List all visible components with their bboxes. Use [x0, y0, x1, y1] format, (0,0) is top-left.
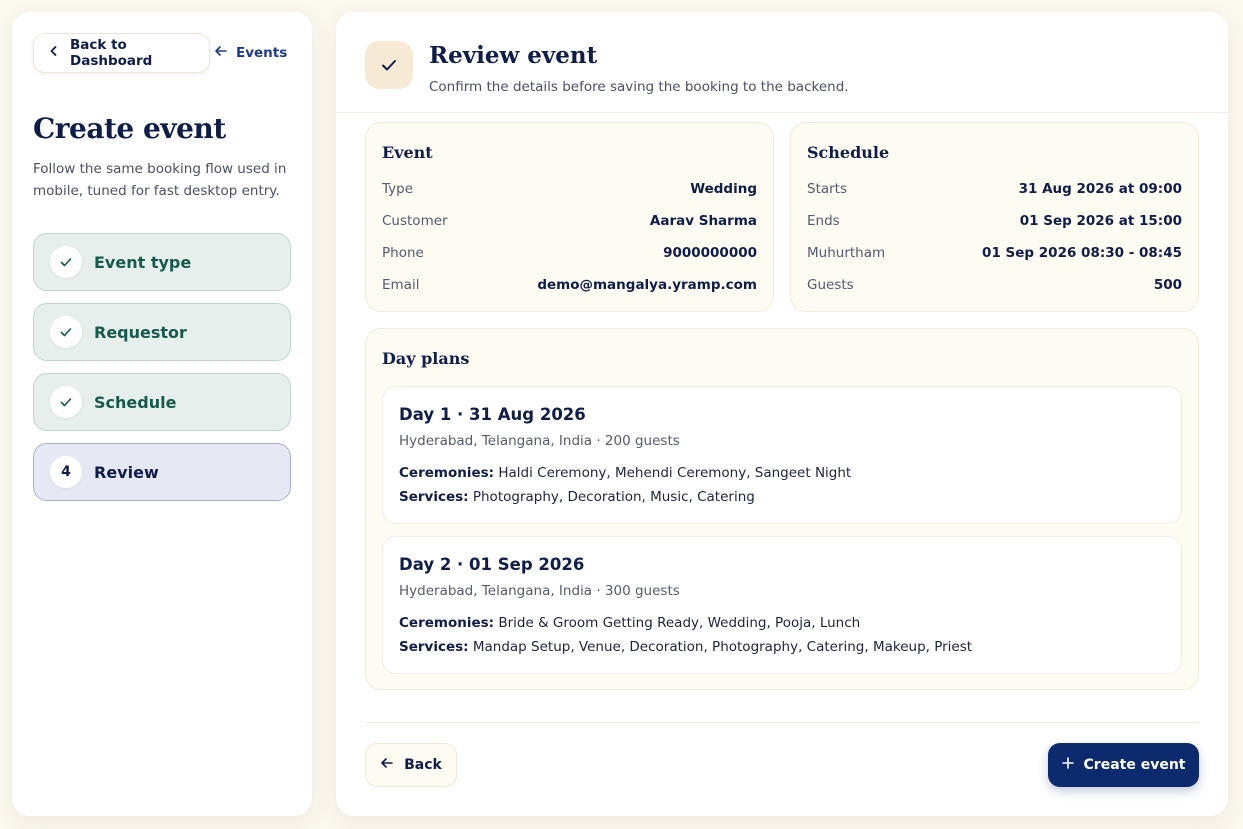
day-plan-item: Day 1 · 31 Aug 2026 Hyderabad, Telangana… — [382, 386, 1182, 524]
detail-row: Starts 31 Aug 2026 at 09:00 — [807, 181, 1182, 197]
step-label: Event type — [94, 252, 192, 272]
plus-icon — [1061, 757, 1074, 773]
detail-row: Email demo@mangalya.yramp.com — [382, 277, 757, 293]
detail-value: Aarav Sharma — [649, 213, 757, 229]
events-link[interactable]: Events — [214, 45, 287, 61]
create-event-button[interactable]: Create event — [1048, 743, 1199, 787]
header-divider — [336, 112, 1228, 113]
review-panel: Review event Confirm the details before … — [336, 12, 1228, 816]
detail-key: Guests — [807, 277, 854, 293]
detail-value: 31 Aug 2026 at 09:00 — [1018, 181, 1182, 197]
detail-key: Customer — [382, 213, 448, 229]
detail-value: 01 Sep 2026 at 15:00 — [1019, 213, 1182, 229]
step-requestor[interactable]: Requestor — [33, 303, 291, 361]
step-review[interactable]: 4 Review — [33, 443, 291, 501]
detail-value: 01 Sep 2026 08:30 - 08:45 — [982, 245, 1182, 261]
check-icon — [365, 41, 413, 89]
step-label: Schedule — [94, 392, 177, 412]
detail-row: Muhurtham 01 Sep 2026 08:30 - 08:45 — [807, 245, 1182, 261]
check-icon — [50, 316, 82, 348]
page-subtitle: Confirm the details before saving the bo… — [429, 79, 849, 95]
detail-row: Guests 500 — [807, 277, 1182, 293]
day-title: Day 1 · 31 Aug 2026 — [399, 405, 586, 424]
services-value: Photography, Decoration, Music, Catering — [472, 489, 755, 505]
back-button-label: Back — [404, 757, 442, 773]
day-location: Hyderabad, Telangana, India · 200 guests — [399, 433, 680, 449]
detail-value: demo@mangalya.yramp.com — [537, 277, 757, 293]
step-schedule[interactable]: Schedule — [33, 373, 291, 431]
card-title: Schedule — [807, 143, 890, 162]
day-services: Services: Photography, Decoration, Music… — [399, 489, 755, 505]
step-list: Event type Requestor Schedule 4 Review — [33, 233, 291, 513]
detail-key: Ends — [807, 213, 840, 229]
day-plan-item: Day 2 · 01 Sep 2026 Hyderabad, Telangana… — [382, 536, 1182, 674]
back-to-dashboard-button[interactable]: Back to Dashboard — [33, 33, 210, 73]
ceremonies-label: Ceremonies: — [399, 615, 495, 631]
check-icon — [50, 246, 82, 278]
detail-value: Wedding — [690, 181, 757, 197]
arrow-left-icon — [380, 757, 394, 773]
detail-value: 9000000000 — [663, 245, 757, 261]
sidebar-title: Create event — [33, 112, 226, 145]
detail-value: 500 — [1153, 277, 1182, 293]
detail-row: Ends 01 Sep 2026 at 15:00 — [807, 213, 1182, 229]
sidebar: Back to Dashboard Events Create event Fo… — [12, 12, 312, 816]
day-ceremonies: Ceremonies: Haldi Ceremony, Mehendi Cere… — [399, 465, 851, 481]
detail-key: Muhurtham — [807, 245, 886, 261]
card-title: Day plans — [382, 349, 470, 368]
ceremonies-label: Ceremonies: — [399, 465, 495, 481]
detail-key: Starts — [807, 181, 848, 197]
chevron-left-icon — [48, 45, 60, 61]
step-number-badge: 4 — [50, 456, 82, 488]
ceremonies-value: Bride & Groom Getting Ready, Wedding, Po… — [498, 615, 861, 631]
create-event-button-label: Create event — [1083, 757, 1186, 773]
page-title: Review event — [429, 42, 598, 69]
detail-row: Phone 9000000000 — [382, 245, 757, 261]
day-location: Hyderabad, Telangana, India · 300 guests — [399, 583, 680, 599]
detail-key: Type — [382, 181, 414, 197]
day-ceremonies: Ceremonies: Bride & Groom Getting Ready,… — [399, 615, 860, 631]
card-title: Event — [382, 143, 433, 162]
day-title: Day 2 · 01 Sep 2026 — [399, 555, 585, 574]
top-navigation: Back to Dashboard Events — [33, 33, 287, 73]
check-icon — [50, 386, 82, 418]
step-event-type[interactable]: Event type — [33, 233, 291, 291]
day-services: Services: Mandap Setup, Venue, Decoratio… — [399, 639, 972, 655]
event-summary-card: Event Type Wedding Customer Aarav Sharma… — [365, 122, 774, 312]
back-button[interactable]: Back — [365, 743, 457, 787]
sidebar-description: Follow the same booking flow used in mob… — [33, 161, 287, 199]
services-value: Mandap Setup, Venue, Decoration, Photogr… — [472, 639, 973, 655]
services-label: Services: — [399, 639, 469, 655]
step-label: Requestor — [94, 322, 187, 342]
step-label: Review — [94, 462, 159, 482]
ceremonies-value: Haldi Ceremony, Mehendi Ceremony, Sangee… — [498, 465, 852, 481]
services-label: Services: — [399, 489, 469, 505]
events-link-label: Events — [236, 45, 288, 61]
detail-key: Phone — [382, 245, 424, 261]
schedule-summary-card: Schedule Starts 31 Aug 2026 at 09:00 End… — [790, 122, 1199, 312]
footer-divider — [365, 722, 1199, 723]
day-plans-card: Day plans Day 1 · 31 Aug 2026 Hyderabad,… — [365, 328, 1199, 690]
detail-row: Type Wedding — [382, 181, 757, 197]
arrow-left-icon — [214, 45, 228, 61]
back-to-dashboard-label: Back to Dashboard — [70, 37, 153, 69]
detail-row: Customer Aarav Sharma — [382, 213, 757, 229]
detail-key: Email — [382, 277, 420, 293]
